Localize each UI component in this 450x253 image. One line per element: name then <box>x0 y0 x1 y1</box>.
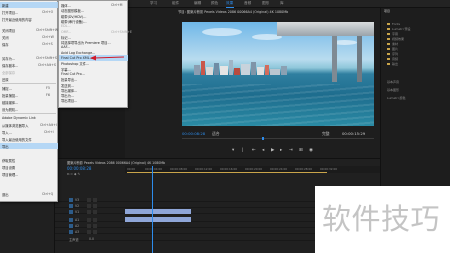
file-menu-item[interactable]: 导入最近使用的文件 <box>0 136 58 142</box>
workspace-tab-audio[interactable]: 音频 <box>244 1 251 6</box>
file-menu-item[interactable]: 获取属性 <box>0 157 58 163</box>
project-item[interactable]: 输出 <box>387 62 398 66</box>
ruler-label: 00:00:12:00 <box>195 167 213 171</box>
panel-link-lumetri-color[interactable]: Lumetri 颜色 <box>387 96 406 100</box>
file-menu-item[interactable]: 导入... Ctrl+I <box>0 129 58 135</box>
audio-clip[interactable] <box>125 217 191 222</box>
workspace-tab-editing[interactable]: 编辑 <box>194 1 201 6</box>
project-item[interactable]: Lumetri 预设 <box>387 27 411 31</box>
program-fit-select[interactable]: 适合 <box>212 131 220 137</box>
mark-in-icon[interactable]: ▾ <box>232 148 234 153</box>
timeline-playhead[interactable] <box>152 166 153 253</box>
ruler-label: 00:00:16:00 <box>220 167 238 171</box>
file-menu-item[interactable]: 还原 <box>0 76 58 82</box>
file-menu-item[interactable]: 批量捕捉... F6 <box>0 92 58 98</box>
menu-separator <box>2 113 56 114</box>
workspace-tab-color[interactable]: 颜色 <box>211 1 218 6</box>
program-scrubber[interactable] <box>182 138 374 139</box>
export-item[interactable]: 导出项目... <box>59 97 128 103</box>
program-video-frame[interactable] <box>182 22 374 126</box>
panel-link-essential-graphics[interactable]: 基本图形 <box>387 88 399 92</box>
file-menu-item[interactable]: 链接媒体... <box>0 99 58 105</box>
go-to-out-icon[interactable]: ⇥ <box>289 148 293 153</box>
file-menu-item[interactable]: 全部保存 <box>0 69 58 75</box>
ruler-label: 00:00:32:00 <box>320 167 338 171</box>
file-menu-item[interactable]: 打开最近使用的内容 <box>0 16 58 22</box>
active-workspace-indicator <box>226 7 234 8</box>
ruler-label: 00:00:20:00 <box>245 167 263 171</box>
mark-out-icon[interactable]: | <box>242 148 244 153</box>
file-menu-item[interactable]: 设为脱机... <box>0 106 58 112</box>
project-item[interactable]: 字幕 <box>387 32 398 36</box>
workspace-tab-graphics[interactable]: 图形 <box>262 1 269 6</box>
program-tab[interactable]: 节目: 图案片断影 Pexels Videos 2086 00066A4 (Or… <box>178 9 378 15</box>
workspace-tab-learn[interactable]: 学习 <box>150 1 157 6</box>
step-forward-icon[interactable]: ▸ <box>280 148 282 153</box>
file-menu-item[interactable]: 关闭项目 Ctrl+Shift+W <box>0 27 58 33</box>
file-menu-item[interactable]: Adobe Dynamic Link <box>0 115 58 121</box>
workspace-tab-libraries[interactable]: 库 <box>280 1 284 6</box>
file-menu-item[interactable]: 保存副本... Ctrl+Alt+S <box>0 62 58 68</box>
file-menu-item[interactable]: 新建 <box>0 2 58 9</box>
panel-link-essential-sound[interactable]: 基本声音 <box>387 80 399 84</box>
timeline-timecode[interactable]: 00:00:08:28 <box>67 166 91 171</box>
step-back-icon[interactable]: ◂ <box>262 148 264 153</box>
project-item[interactable]: 序列 <box>387 52 398 56</box>
video-clip[interactable] <box>125 209 191 214</box>
file-menu-item[interactable]: 项目管理... <box>0 171 58 177</box>
program-timecode-out: 00:00:15:29 <box>342 131 366 136</box>
project-item[interactable]: Fonts <box>387 22 400 26</box>
program-title: 节目: 图案片断影 Pexels Videos 2086 00066A4 (Or… <box>178 10 289 14</box>
ruler-label: 00:00:28:00 <box>295 167 313 171</box>
lift-icon[interactable]: ⊞ <box>299 148 303 153</box>
file-menu-item-export[interactable]: 导出 <box>0 143 58 150</box>
file-menu-item[interactable]: 另存为... Ctrl+Shift+S <box>0 55 58 61</box>
project-item[interactable]: 图片 <box>387 47 398 51</box>
play-icon[interactable]: ▶ <box>271 148 274 153</box>
project-item[interactable]: 音频 <box>387 57 398 61</box>
file-menu-item[interactable]: 关闭 Ctrl+W <box>0 34 58 40</box>
go-to-in-icon[interactable]: ⇤ <box>252 148 256 153</box>
program-playhead[interactable] <box>262 137 264 140</box>
file-menu: 新建 打开项目... Ctrl+O 打开最近使用的内容 关闭项目 Ctrl+Shif… <box>0 0 58 202</box>
project-tab[interactable]: 项目 <box>384 9 390 13</box>
file-menu-item[interactable]: 打开项目... Ctrl+O <box>0 9 58 15</box>
ruler-label: 00:00:04:00 <box>145 167 163 171</box>
annotation-arrow <box>90 55 125 61</box>
file-menu-item[interactable]: 捕捉... F5 <box>0 85 58 91</box>
project-item[interactable]: 视频效果 <box>387 37 404 41</box>
file-menu-item[interactable]: 项目设置 <box>0 164 58 170</box>
sequence-tab[interactable]: 图案片断影 Pexels Videos 2086 00066A4 (Origin… <box>67 160 165 165</box>
work-area-bar[interactable] <box>127 172 327 173</box>
program-timecode-in[interactable]: 00:00:08:28 <box>182 131 205 136</box>
file-menu-item[interactable]: 从媒体浏览器导入 Ctrl+Alt+I <box>0 122 58 128</box>
program-quality-select[interactable]: 完整 <box>322 131 330 137</box>
ruler-label: 00:00:08:00 <box>170 167 188 171</box>
workspace-tab-assembly[interactable]: 组件 <box>172 1 179 6</box>
snap-icon[interactable]: ⧉ ⊃ ◆ ✎ <box>67 172 80 176</box>
watermark-text: 软件技巧 <box>322 202 441 236</box>
menu-separator <box>2 83 56 84</box>
file-menu-item[interactable]: 保存 Ctrl+S <box>0 41 58 47</box>
file-menu-item[interactable]: 退出 Ctrl+Q <box>0 191 58 197</box>
workspace-tab-effects[interactable]: 效果 <box>226 1 233 6</box>
export-frame-icon[interactable]: ◉ <box>309 148 313 153</box>
project-item[interactable]: 素材 <box>387 42 398 46</box>
ruler-label: 00:00 <box>127 167 136 171</box>
ruler-label: 00:00:24:00 <box>270 167 288 171</box>
